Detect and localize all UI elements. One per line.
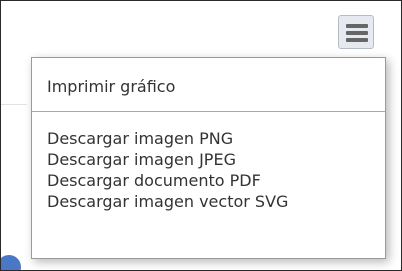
- chart-series-shape: [1, 255, 21, 270]
- context-menu-button[interactable]: [338, 15, 374, 49]
- menu-separator: [32, 111, 385, 112]
- download-svg-menu-item[interactable]: Descargar imagen vector SVG: [47, 192, 288, 212]
- download-png-menu-item[interactable]: Descargar imagen PNG: [47, 129, 233, 149]
- chart-container: Imprimir gráfico Descargar imagen PNG De…: [0, 0, 402, 271]
- hamburger-menu-icon: [346, 24, 368, 42]
- chart-gridline: [1, 104, 27, 105]
- download-pdf-menu-item[interactable]: Descargar documento PDF: [47, 171, 261, 191]
- export-dropdown-menu: Imprimir gráfico Descargar imagen PNG De…: [31, 57, 386, 259]
- download-jpeg-menu-item[interactable]: Descargar imagen JPEG: [47, 150, 236, 170]
- print-chart-menu-item[interactable]: Imprimir gráfico: [47, 77, 175, 97]
